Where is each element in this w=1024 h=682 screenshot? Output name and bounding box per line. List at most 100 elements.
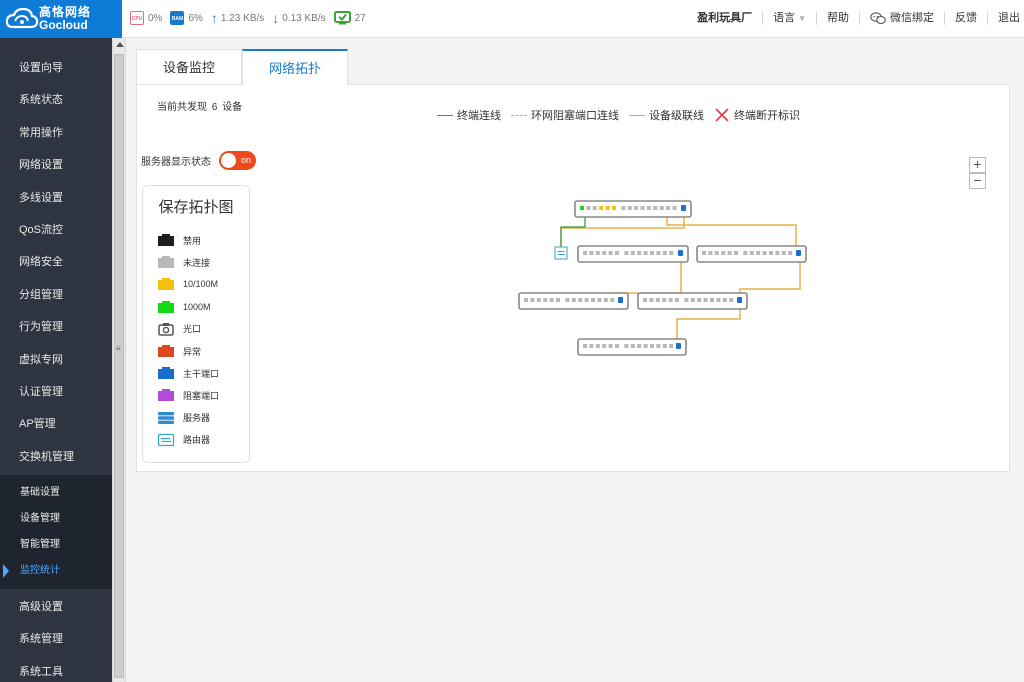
logout-link[interactable]: 退出	[988, 12, 1024, 25]
switch-device[interactable]	[637, 292, 748, 310]
zoom-controls: + −	[969, 157, 986, 189]
sidebar-subitem[interactable]: 设备管理	[0, 506, 112, 532]
sidebar-item[interactable]: 网络设置	[0, 149, 112, 181]
switch-port	[729, 298, 734, 302]
tab-network-topology[interactable]: 网络拓扑	[242, 49, 348, 85]
feedback-link[interactable]: 反馈	[945, 12, 988, 25]
switch-port	[697, 298, 702, 302]
switch-port	[643, 251, 648, 255]
port-icon	[158, 345, 174, 358]
online-stat[interactable]: 27	[333, 11, 366, 25]
port-legend-item: 未连接	[143, 251, 249, 273]
switch-port	[637, 344, 642, 348]
switch-port	[734, 251, 738, 255]
port-legend-label: 光口	[183, 324, 202, 335]
system-stats: CPU 0% RAM 6% ↑ 1.23 KB/s ↓ 0.13 KB/s 27	[130, 11, 374, 25]
sidebar-subitem[interactable]: 基础设置	[0, 480, 112, 506]
scrollbar-thumb[interactable]	[114, 54, 124, 678]
tab-device-monitor[interactable]: 设备监控	[136, 49, 242, 84]
brand-en: Gocloud	[39, 18, 88, 32]
switch-port	[675, 298, 679, 302]
switch-port	[650, 344, 654, 348]
cpu-icon: CPU	[130, 11, 144, 25]
switch-device[interactable]	[518, 292, 629, 310]
sidebar-item[interactable]: 交换机管理	[0, 441, 112, 473]
device-count-suffix: 设备	[222, 102, 243, 113]
switch-port	[650, 251, 654, 255]
router-icon[interactable]	[554, 246, 568, 260]
cpu-stat: CPU 0%	[130, 11, 162, 25]
switch-port	[714, 251, 719, 255]
switch-port	[599, 206, 604, 210]
switch-port	[565, 298, 570, 302]
switch-port	[649, 298, 654, 302]
switch-port	[662, 251, 667, 255]
switch-port	[597, 298, 602, 302]
sidebar-item[interactable]: 多线设置	[0, 182, 112, 214]
wechat-bind-label: 微信绑定	[890, 12, 934, 24]
sidebar-item[interactable]: 系统工具	[0, 656, 112, 682]
language-menu[interactable]: 语言 ▼	[763, 12, 817, 25]
download-arrow-icon: ↓	[272, 10, 280, 26]
port-icon	[158, 278, 174, 291]
switch-port	[643, 344, 648, 348]
switch-port	[668, 298, 673, 302]
switch-port	[721, 251, 726, 255]
switch-port	[656, 344, 661, 348]
switch-port	[647, 206, 651, 210]
switch-port	[743, 251, 748, 255]
switch-device[interactable]	[577, 245, 689, 263]
switch-device[interactable]	[577, 338, 687, 356]
scroll-up-arrow-icon[interactable]	[116, 42, 124, 47]
switch-device[interactable]	[574, 200, 692, 218]
switch-port	[591, 298, 595, 302]
switch-port	[703, 298, 708, 302]
sidebar-submenu: 基础设置 设备管理 智能管理 监控统计	[0, 475, 112, 590]
sidebar-item[interactable]: 系统管理	[0, 623, 112, 655]
port-legend-item: 阻塞端口	[143, 384, 249, 406]
sidebar-scrollbar[interactable]: ≡	[112, 38, 126, 682]
switch-port	[655, 298, 660, 302]
line-legend-label: 终端断开标识	[734, 110, 800, 122]
switch-device[interactable]	[696, 245, 807, 263]
port-legend-item: 1000M	[143, 296, 249, 318]
device-count-prefix: 当前共发现	[157, 102, 207, 113]
chevron-down-icon: ▼	[798, 14, 806, 23]
switch-port	[643, 298, 647, 302]
sidebar-item[interactable]: 虚拟专网	[0, 344, 112, 376]
help-link[interactable]: 帮助	[817, 12, 860, 25]
uplink-port	[681, 205, 686, 211]
sidebar-item[interactable]: 分组管理	[0, 279, 112, 311]
sidebar-item[interactable]: 常用操作	[0, 117, 112, 149]
server-status-toggle[interactable]: on	[219, 151, 256, 170]
switch-port	[595, 251, 600, 255]
sidebar-item[interactable]: 网络安全	[0, 246, 112, 278]
switch-port	[666, 206, 671, 210]
port-legend-item: 服务器	[143, 407, 249, 429]
switch-port	[637, 251, 642, 255]
wechat-bind-link[interactable]: 微信绑定	[860, 12, 945, 25]
disconnect-cross-icon	[715, 108, 729, 122]
zoom-in-button[interactable]: +	[969, 157, 986, 173]
sidebar-subitem[interactable]: 监控统计	[0, 558, 112, 584]
switch-port	[710, 298, 714, 302]
sidebar-item[interactable]: QoS流控	[0, 214, 112, 246]
switch-port	[669, 344, 674, 348]
sidebar-subitem[interactable]: 智能管理	[0, 532, 112, 558]
sidebar-item[interactable]: 系统状态	[0, 84, 112, 116]
port-icon	[158, 234, 174, 247]
switch-port	[775, 251, 780, 255]
switch-port	[630, 251, 635, 255]
port-legend-item: 异常	[143, 340, 249, 362]
logo[interactable]: 高恪网络 Gocloud	[0, 0, 122, 38]
switch-port	[536, 298, 541, 302]
save-topology-button[interactable]: 保存拓扑图	[143, 196, 249, 217]
switch-port	[708, 251, 713, 255]
sidebar-item[interactable]: AP管理	[0, 408, 112, 440]
zoom-out-button[interactable]: −	[969, 173, 986, 189]
sidebar-item[interactable]: 行为管理	[0, 311, 112, 343]
sidebar-item[interactable]: 高级设置	[0, 591, 112, 623]
sidebar-item[interactable]: 认证管理	[0, 376, 112, 408]
sidebar-item[interactable]: 设置向导	[0, 52, 112, 84]
uplink-port	[676, 343, 681, 349]
